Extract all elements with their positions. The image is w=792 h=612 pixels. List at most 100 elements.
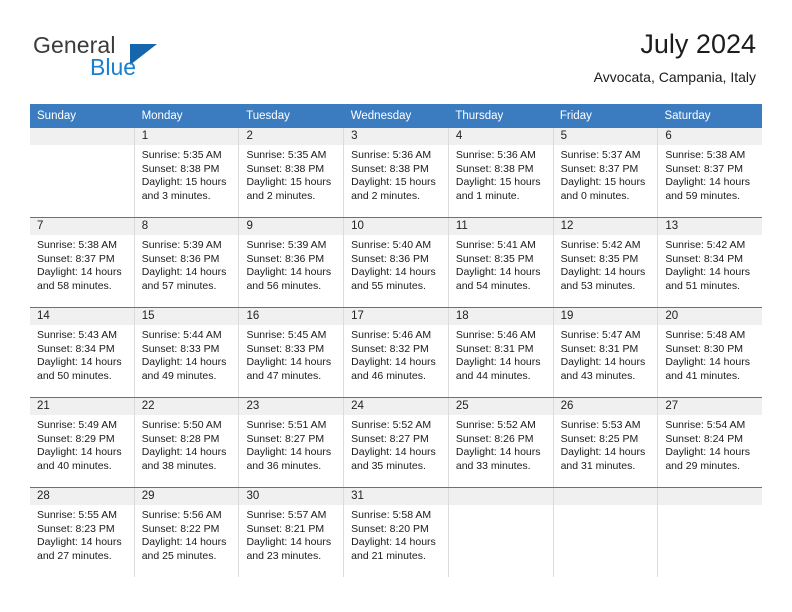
day-info: Sunrise: 5:35 AM Sunset: 8:38 PM Daylight:… xyxy=(239,145,343,203)
day-cell[interactable]: 9 Sunrise: 5:39 AM Sunset: 8:36 PM Daylight… xyxy=(239,218,345,307)
sunrise-text: Sunrise: 5:40 AM xyxy=(351,239,432,251)
day-number: 12 xyxy=(553,218,658,235)
sunrise-text: Sunrise: 5:36 AM xyxy=(351,149,432,161)
day-cell[interactable]: 31 Sunrise: 5:58 AM Sunset: 8:20 PM Dayligh… xyxy=(344,488,449,577)
sunset-text: Sunset: 8:27 PM xyxy=(246,432,325,445)
sunrise-text: Sunrise: 5:54 AM xyxy=(665,419,746,431)
day-number: 6 xyxy=(658,128,763,145)
day-cell[interactable]: 13 Sunrise: 5:42 AM Sunset: 8:34 PM Dayligh… xyxy=(658,218,763,307)
day-cell[interactable]: 16 Sunrise: 5:45 AM Sunset: 8:33 PM Dayligh… xyxy=(239,308,345,397)
day-cell[interactable]: 7 Sunrise: 5:38 AM Sunset: 8:37 PM Daylight… xyxy=(30,218,135,307)
day-number xyxy=(30,128,134,145)
sunset-text: Sunset: 8:37 PM xyxy=(560,162,639,175)
day-info: Sunrise: 5:57 AM Sunset: 8:21 PM Daylight:… xyxy=(239,505,343,563)
daylight-text: Daylight: 14 hours and 56 minutes. xyxy=(246,266,332,292)
sunset-text: Sunset: 8:36 PM xyxy=(246,252,325,265)
day-cell[interactable]: 8 Sunrise: 5:39 AM Sunset: 8:36 PM Daylight… xyxy=(134,218,240,307)
daylight-text: Daylight: 14 hours and 58 minutes. xyxy=(37,266,122,292)
day-cell[interactable]: 25 Sunrise: 5:52 AM Sunset: 8:26 PM Dayligh… xyxy=(448,398,554,487)
day-info: Sunrise: 5:52 AM Sunset: 8:26 PM Daylight:… xyxy=(449,415,553,473)
daylight-text: Daylight: 14 hours and 54 minutes. xyxy=(455,266,541,292)
sunset-text: Sunset: 8:30 PM xyxy=(665,342,743,355)
daylight-text: Daylight: 14 hours and 43 minutes. xyxy=(560,356,646,382)
daylight-text: Daylight: 14 hours and 44 minutes. xyxy=(455,356,541,382)
day-info: Sunrise: 5:45 AM Sunset: 8:33 PM Daylight:… xyxy=(239,325,343,383)
sunrise-text: Sunrise: 5:53 AM xyxy=(560,419,641,431)
day-info: Sunrise: 5:38 AM Sunset: 8:37 PM Daylight:… xyxy=(30,235,134,293)
day-number: 23 xyxy=(239,398,344,415)
day-cell[interactable]: 28 Sunrise: 5:55 AM Sunset: 8:23 PM Dayligh… xyxy=(30,488,135,577)
sunset-text: Sunset: 8:38 PM xyxy=(246,162,325,175)
sunrise-text: Sunrise: 5:42 AM xyxy=(560,239,641,251)
day-cell[interactable]: 21 Sunrise: 5:49 AM Sunset: 8:29 PM Dayligh… xyxy=(30,398,135,487)
day-cell[interactable]: 27 Sunrise: 5:54 AM Sunset: 8:24 PM Dayligh… xyxy=(658,398,763,487)
day-cell[interactable]: 3 Sunrise: 5:36 AM Sunset: 8:38 PM Daylight… xyxy=(344,128,449,217)
weekday-header-saturday: Saturday xyxy=(664,110,711,122)
page-subtitle: Avvocata, Campania, Italy xyxy=(593,69,756,85)
day-cell[interactable]: 5 Sunrise: 5:37 AM Sunset: 8:37 PM Daylight… xyxy=(553,128,659,217)
sunset-text: Sunset: 8:38 PM xyxy=(141,162,220,175)
sunrise-text: Sunrise: 5:52 AM xyxy=(455,419,536,431)
day-cell[interactable]: 14 Sunrise: 5:43 AM Sunset: 8:34 PM Dayligh… xyxy=(30,308,135,397)
sunrise-text: Sunrise: 5:38 AM xyxy=(37,239,117,251)
day-cell[interactable]: 2 Sunrise: 5:35 AM Sunset: 8:38 PM Daylight… xyxy=(239,128,345,217)
day-number: 1 xyxy=(134,128,239,145)
sunset-text: Sunset: 8:32 PM xyxy=(351,342,429,355)
daylight-text: Daylight: 15 hours and 1 minute. xyxy=(455,176,541,202)
day-cell[interactable]: 30 Sunrise: 5:57 AM Sunset: 8:21 PM Dayligh… xyxy=(239,488,345,577)
daylight-text: Daylight: 14 hours and 53 minutes. xyxy=(560,266,646,292)
day-cell[interactable]: 20 Sunrise: 5:48 AM Sunset: 8:30 PM Dayligh… xyxy=(658,308,763,397)
day-info: Sunrise: 5:35 AM Sunset: 8:38 PM Daylight:… xyxy=(135,145,239,203)
sunset-text: Sunset: 8:28 PM xyxy=(141,432,220,445)
day-cell[interactable]: 1 Sunrise: 5:35 AM Sunset: 8:38 PM Daylight… xyxy=(134,128,240,217)
day-cell[interactable]: 6 Sunrise: 5:38 AM Sunset: 8:37 PM Daylight… xyxy=(658,128,763,217)
sunrise-text: Sunrise: 5:48 AM xyxy=(665,329,746,341)
day-info: Sunrise: 5:47 AM Sunset: 8:31 PM Daylight:… xyxy=(554,325,658,383)
day-cell[interactable]: 24 Sunrise: 5:52 AM Sunset: 8:27 PM Dayligh… xyxy=(344,398,449,487)
day-number xyxy=(553,488,658,505)
sunrise-text: Sunrise: 5:38 AM xyxy=(665,149,746,161)
day-cell[interactable]: 4 Sunrise: 5:36 AM Sunset: 8:38 PM Daylight… xyxy=(448,128,554,217)
calendar-weeks: 1 Sunrise: 5:35 AM Sunset: 8:38 PM Daylight… xyxy=(30,128,763,577)
day-cell[interactable]: 19 Sunrise: 5:47 AM Sunset: 8:31 PM Dayligh… xyxy=(553,308,659,397)
sunrise-text: Sunrise: 5:55 AM xyxy=(37,509,117,521)
logo[interactable]: General Blue xyxy=(33,32,253,88)
day-cell[interactable]: 11 Sunrise: 5:41 AM Sunset: 8:35 PM Dayligh… xyxy=(448,218,554,307)
sunrise-text: Sunrise: 5:37 AM xyxy=(560,149,641,161)
sunrise-text: Sunrise: 5:39 AM xyxy=(246,239,327,251)
calendar-week-row: 7 Sunrise: 5:38 AM Sunset: 8:37 PM Daylight… xyxy=(30,217,763,307)
sunset-text: Sunset: 8:31 PM xyxy=(455,342,534,355)
sunrise-text: Sunrise: 5:39 AM xyxy=(141,239,222,251)
day-info: Sunrise: 5:46 AM Sunset: 8:31 PM Daylight:… xyxy=(449,325,553,383)
daylight-text: Daylight: 15 hours and 0 minutes. xyxy=(560,176,646,202)
day-cell[interactable]: 29 Sunrise: 5:56 AM Sunset: 8:22 PM Dayligh… xyxy=(134,488,240,577)
sunrise-text: Sunrise: 5:45 AM xyxy=(246,329,327,341)
day-cell[interactable]: 10 Sunrise: 5:40 AM Sunset: 8:36 PM Dayligh… xyxy=(344,218,449,307)
weekday-header-friday: Friday xyxy=(559,110,592,122)
daylight-text: Daylight: 14 hours and 36 minutes. xyxy=(246,446,332,472)
day-number: 29 xyxy=(134,488,239,505)
day-cell[interactable]: 22 Sunrise: 5:50 AM Sunset: 8:28 PM Dayligh… xyxy=(134,398,240,487)
day-info: Sunrise: 5:44 AM Sunset: 8:33 PM Daylight:… xyxy=(135,325,239,383)
daylight-text: Daylight: 14 hours and 41 minutes. xyxy=(665,356,750,382)
sunrise-text: Sunrise: 5:49 AM xyxy=(37,419,117,431)
sunset-text: Sunset: 8:33 PM xyxy=(246,342,325,355)
day-cell[interactable]: 18 Sunrise: 5:46 AM Sunset: 8:31 PM Dayligh… xyxy=(448,308,554,397)
calendar-week-row: 1 Sunrise: 5:35 AM Sunset: 8:38 PM Daylight… xyxy=(30,128,763,217)
day-cell[interactable]: 23 Sunrise: 5:51 AM Sunset: 8:27 PM Dayligh… xyxy=(239,398,345,487)
daylight-text: Daylight: 14 hours and 40 minutes. xyxy=(37,446,122,472)
day-number: 30 xyxy=(239,488,344,505)
day-number: 19 xyxy=(553,308,658,325)
weekday-header-monday: Monday xyxy=(141,110,183,122)
title-block: July 2024 Avvocata, Campania, Italy xyxy=(594,28,756,86)
day-cell[interactable]: 17 Sunrise: 5:46 AM Sunset: 8:32 PM Dayligh… xyxy=(344,308,449,397)
day-cell[interactable]: 15 Sunrise: 5:44 AM Sunset: 8:33 PM Dayligh… xyxy=(134,308,240,397)
day-number: 9 xyxy=(239,218,344,235)
day-cell[interactable]: 12 Sunrise: 5:42 AM Sunset: 8:35 PM Dayligh… xyxy=(553,218,659,307)
daylight-text: Daylight: 14 hours and 49 minutes. xyxy=(141,356,227,382)
day-number xyxy=(658,488,763,505)
day-info: Sunrise: 5:51 AM Sunset: 8:27 PM Daylight:… xyxy=(239,415,343,473)
sunset-text: Sunset: 8:29 PM xyxy=(37,432,115,445)
day-cell[interactable]: 26 Sunrise: 5:53 AM Sunset: 8:25 PM Dayligh… xyxy=(553,398,659,487)
sunrise-text: Sunrise: 5:36 AM xyxy=(455,149,536,161)
